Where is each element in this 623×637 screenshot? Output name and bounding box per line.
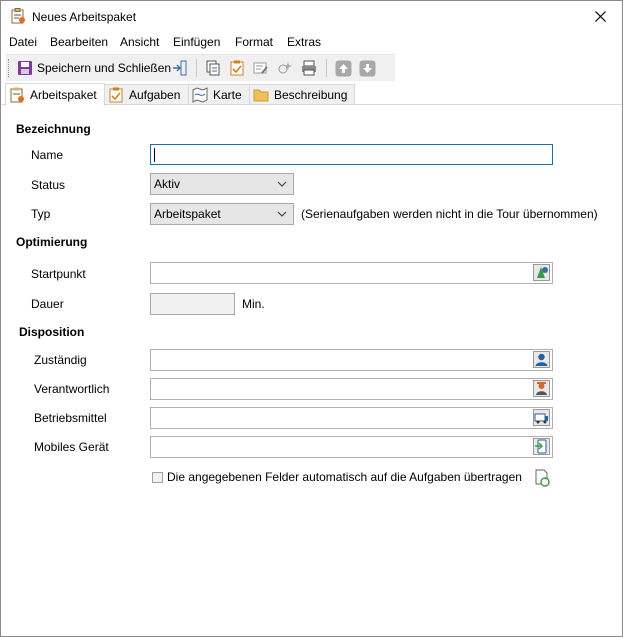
export-icon xyxy=(173,60,187,76)
mobiles-geraet-input[interactable] xyxy=(150,436,553,458)
map-icon xyxy=(192,87,208,103)
move-up-button[interactable] xyxy=(335,57,352,79)
dauer-label: Dauer xyxy=(31,297,64,311)
menu-extras[interactable]: Extras xyxy=(287,35,321,49)
zustaendig-input[interactable] xyxy=(150,349,553,371)
text-caret xyxy=(154,148,155,162)
typ-note: (Serienaufgaben werden nicht in die Tour… xyxy=(301,207,598,221)
location-picker-icon[interactable] xyxy=(533,264,550,281)
window: Neues Arbeitspaket Datei Bearbeiten Ansi… xyxy=(0,0,623,637)
folder-icon xyxy=(253,89,269,102)
dauer-input[interactable] xyxy=(150,293,235,315)
typ-select[interactable]: Arbeitspaket xyxy=(150,203,294,225)
section-bezeichnung: Bezeichnung xyxy=(16,122,91,136)
vehicle-icon[interactable] xyxy=(533,409,550,426)
print-button[interactable] xyxy=(301,57,317,79)
status-value: Aktiv xyxy=(154,177,181,191)
zustaendig-label: Zuständig xyxy=(34,353,87,367)
dauer-unit: Min. xyxy=(242,297,265,311)
window-title: Neues Arbeitspaket xyxy=(32,10,137,24)
tab-aufgaben-label: Aufgaben xyxy=(129,88,181,102)
menu-datei[interactable]: Datei xyxy=(9,35,37,49)
name-input[interactable] xyxy=(150,144,553,165)
mobile-device-icon[interactable] xyxy=(533,438,550,455)
menu-einfuegen[interactable]: Einfügen xyxy=(173,35,220,49)
person-icon[interactable] xyxy=(533,351,550,368)
tab-karte[interactable]: Karte xyxy=(188,84,250,105)
edit-form-icon xyxy=(253,62,268,74)
typ-label: Typ xyxy=(31,207,51,221)
copy-button[interactable] xyxy=(205,57,221,79)
section-disposition: Disposition xyxy=(19,325,85,339)
work-package-icon xyxy=(10,87,24,103)
section-optimierung: Optimierung xyxy=(16,235,88,249)
tab-aufgaben[interactable]: Aufgaben xyxy=(104,84,189,105)
tab-strip: Arbeitspaket Aufgaben Karte Beschreibung xyxy=(1,83,622,106)
tab-beschreibung[interactable]: Beschreibung xyxy=(249,84,355,105)
tab-karte-label: Karte xyxy=(213,88,242,102)
tab-arbeitspaket-label: Arbeitspaket xyxy=(30,88,97,102)
chevron-down-icon xyxy=(277,181,287,187)
name-label: Name xyxy=(31,148,64,162)
menu-bar: Datei Bearbeiten Ansicht Einfügen Format… xyxy=(1,32,622,52)
move-down-button[interactable] xyxy=(359,57,376,79)
save-close-label: Speichern und Schließen xyxy=(37,61,172,75)
tab-beschreibung-label: Beschreibung xyxy=(274,88,348,102)
tab-arbeitspaket[interactable]: Arbeitspaket xyxy=(5,83,105,106)
arrow-down-icon xyxy=(359,60,376,76)
startpunkt-input[interactable] xyxy=(150,262,553,284)
spark-button[interactable] xyxy=(277,57,293,79)
sparkle-icon xyxy=(278,62,292,74)
betriebsmittel-label: Betriebsmittel xyxy=(34,411,107,425)
betriebsmittel-input[interactable] xyxy=(150,407,553,429)
responsible-person-icon[interactable] xyxy=(533,380,550,397)
verantwortlich-label: Verantwortlich xyxy=(34,382,110,396)
save-icon xyxy=(18,61,32,75)
menu-bearbeiten[interactable]: Bearbeiten xyxy=(50,35,108,49)
edit-button[interactable] xyxy=(253,57,269,79)
arrow-up-icon xyxy=(335,60,352,76)
chevron-down-icon xyxy=(277,211,287,217)
menu-format[interactable]: Format xyxy=(235,35,273,49)
title-bar: Neues Arbeitspaket xyxy=(1,1,622,32)
status-select[interactable]: Aktiv xyxy=(150,173,294,195)
clipboard-check-icon xyxy=(230,60,244,76)
auto-transfer-checkbox[interactable] xyxy=(152,472,163,483)
menu-ansicht[interactable]: Ansicht xyxy=(120,35,159,49)
close-icon xyxy=(594,11,606,22)
print-list-icon xyxy=(302,60,316,76)
status-label: Status xyxy=(31,178,66,192)
copy-document-icon xyxy=(206,60,220,76)
export-button[interactable] xyxy=(172,57,188,79)
save-close-button[interactable]: Speichern und Schließen xyxy=(17,57,171,79)
verantwortlich-input[interactable] xyxy=(150,378,553,400)
clipboard-check-icon xyxy=(109,87,123,103)
close-button[interactable] xyxy=(578,1,622,32)
task-button[interactable] xyxy=(229,57,245,79)
mobiles-geraet-label: Mobiles Gerät xyxy=(34,440,109,454)
auto-transfer-label: Die angegebenen Felder automatisch auf d… xyxy=(167,470,522,484)
startpunkt-label: Startpunkt xyxy=(31,267,86,281)
work-package-icon xyxy=(11,8,25,24)
toolbar-grip[interactable] xyxy=(8,59,11,77)
toolbar: Speichern und Schließen xyxy=(6,54,395,81)
typ-value: Arbeitspaket xyxy=(154,207,221,221)
transfer-refresh-icon[interactable] xyxy=(534,469,551,487)
